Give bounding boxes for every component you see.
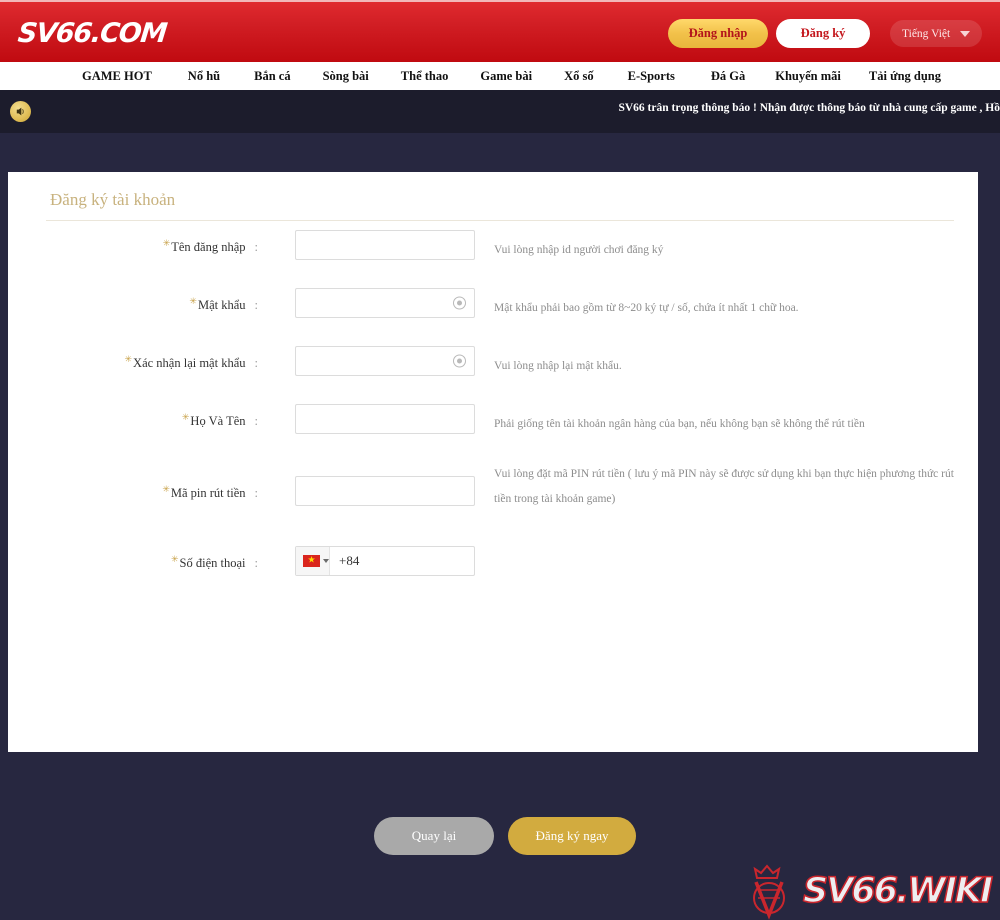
notice-bar: SV66 trân trọng thông báo ! Nhận được th… xyxy=(0,90,1000,133)
nav-item-t-i-ng-d-ng[interactable]: Tải ứng dụng xyxy=(869,69,941,84)
nav-item-game-b-i[interactable]: Game bài xyxy=(480,69,532,84)
required-asterisk-icon: ✳ xyxy=(181,412,190,422)
field-hint: Vui lòng nhập id người chơi đăng ký xyxy=(494,244,664,256)
chevron-down-icon xyxy=(960,30,970,37)
field-input-wrap xyxy=(295,230,475,260)
field-input-wrap xyxy=(295,346,475,376)
nav-item-game-hot[interactable]: GAME HOT xyxy=(82,69,152,84)
language-label: Tiếng Việt xyxy=(902,27,951,40)
eye-toggle-icon[interactable] xyxy=(453,354,466,368)
phone-label-wrap: ✳Số điện thoại: xyxy=(8,554,258,571)
watermark: SV66.WIKI xyxy=(743,862,994,920)
field-input-wrap xyxy=(295,404,475,434)
field-hint: Vui lòng nhập lại mật khẩu. xyxy=(494,360,622,372)
field-label-wrap: ✳Xác nhận lại mật khẩu: xyxy=(8,354,259,371)
nav-item-g[interactable]: Đá Gà xyxy=(711,69,745,84)
field-input[interactable] xyxy=(296,231,474,259)
nav-item-x-s[interactable]: Xổ số xyxy=(564,69,594,84)
site-logo[interactable]: SV66.COM xyxy=(16,18,167,49)
vietnam-flag-icon: ★ xyxy=(303,555,320,567)
crown-shield-icon xyxy=(753,864,785,920)
nav-item-s-ng-b-i[interactable]: Sòng bài xyxy=(323,69,369,84)
phone-input[interactable] xyxy=(330,553,499,569)
title-divider xyxy=(46,220,954,221)
required-asterisk-icon: ✳ xyxy=(162,238,171,248)
eye-toggle-icon[interactable] xyxy=(453,296,466,310)
field-hint: Phải giống tên tài khoản ngân hàng của b… xyxy=(494,418,865,430)
field-colon: : xyxy=(254,298,258,313)
field-colon: : xyxy=(254,486,258,501)
phone-label: Số điện thoại xyxy=(179,556,246,571)
required-asterisk-icon: ✳ xyxy=(189,296,197,306)
speaker-icon[interactable] xyxy=(10,101,31,122)
required-asterisk-icon: ✳ xyxy=(171,554,179,564)
back-button[interactable]: Quay lại xyxy=(374,817,494,855)
registration-card: Đăng ký tài khoản ✳Tên đăng nhập: Vui lòn… xyxy=(8,172,994,920)
notice-message: SV66 trân trọng thông báo ! Nhận được th… xyxy=(618,102,1000,114)
field-label-wrap: ✳Mật khẩu: xyxy=(8,296,258,313)
field-label-wrap: ✳Mã pin rút tiền: xyxy=(8,484,258,501)
field-colon: : xyxy=(254,414,258,429)
field-label-wrap: ✳Tên đăng nhập: xyxy=(8,238,258,255)
field-colon: : xyxy=(254,240,258,255)
watermark-text: SV66.WIKI xyxy=(802,870,994,912)
nav-item-b-n-c[interactable]: Bắn cá xyxy=(254,69,290,84)
field-input[interactable] xyxy=(296,477,474,505)
field-hint: Mật khẩu phải bao gồm từ 8~20 ký tự / số… xyxy=(494,302,799,314)
register-button[interactable]: Đăng ký xyxy=(776,19,870,48)
field-hint: Vui lòng đặt mã PIN rút tiền ( lưu ý mã … xyxy=(494,468,954,505)
chevron-down-icon xyxy=(323,559,329,563)
nav-item-khuy-n-m-i[interactable]: Khuyến mãi xyxy=(775,69,841,84)
nav-item-e-sports[interactable]: E-Sports xyxy=(628,69,675,84)
language-selector[interactable]: Tiếng Việt xyxy=(890,20,982,47)
field-input[interactable] xyxy=(296,289,474,317)
main-navigation: GAME HOT Nổ hũ Bắn cá Sòng bài Thể thao Game … xyxy=(0,62,1000,90)
country-code-selector[interactable]: ★ xyxy=(296,547,330,575)
site-header: SV66.COM Đăng nhập Đăng ký Tiếng Việt xyxy=(0,0,1000,62)
field-colon: : xyxy=(254,356,258,371)
field-input[interactable] xyxy=(296,347,474,375)
field-label-wrap: ✳Họ Và Tên: xyxy=(8,412,258,429)
field-label: Mật khẩu xyxy=(197,298,246,313)
phone-colon: : xyxy=(254,556,258,571)
required-asterisk-icon: ✳ xyxy=(162,484,170,494)
phone-input-wrap: ★ xyxy=(295,546,499,576)
field-label: Tên đăng nhập xyxy=(171,240,246,255)
nav-item-n-h[interactable]: Nổ hũ xyxy=(188,69,220,84)
field-input-wrap xyxy=(295,288,475,318)
field-label: Xác nhận lại mật khẩu xyxy=(133,356,246,371)
field-label: Mã pin rút tiền xyxy=(170,486,246,501)
field-label: Họ Và Tên xyxy=(190,414,246,429)
nav-item-th-thao[interactable]: Thể thao xyxy=(401,69,449,84)
field-input-wrap xyxy=(295,476,475,506)
register-now-button[interactable]: Đăng ký ngay xyxy=(508,817,636,855)
login-button[interactable]: Đăng nhập xyxy=(668,19,768,48)
page-title: Đăng ký tài khoản xyxy=(50,190,176,209)
required-asterisk-icon: ✳ xyxy=(124,354,133,364)
field-input[interactable] xyxy=(296,405,474,433)
